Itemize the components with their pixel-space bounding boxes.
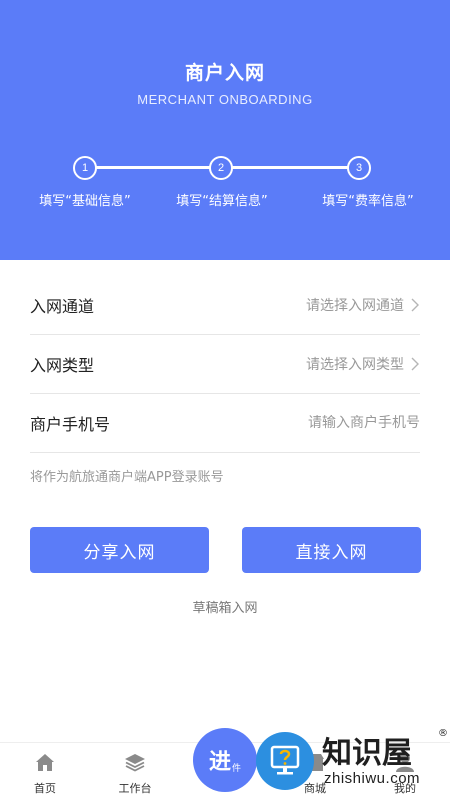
- type-select-row[interactable]: 入网类型 请选择入网类型: [30, 335, 420, 394]
- home-icon: [34, 751, 56, 773]
- draft-onboarding-link[interactable]: 草稿箱入网: [0, 597, 450, 616]
- onboarding-form: 入网通道 请选择入网通道 入网类型 请选择入网类型 商户手机号: [30, 276, 420, 453]
- page-title: 商户入网: [184, 62, 265, 84]
- phone-input[interactable]: [220, 415, 420, 431]
- step-1-label: 填写“基础信息”: [39, 194, 131, 209]
- header-banner: 商户入网 MERCHANT ONBOARDING 1 2 3 填写“基础信息” …: [0, 0, 450, 260]
- submit-fab-button[interactable]: 进件: [193, 728, 257, 792]
- watermark-domain: zhishiwu.com: [324, 770, 421, 787]
- step-labels: 填写“基础信息” 填写“结算信息” 填写“费率信息”: [0, 190, 450, 210]
- phone-row: 商户手机号: [30, 394, 420, 453]
- share-onboarding-button[interactable]: 分享入网: [30, 527, 209, 573]
- step-2-label: 填写“结算信息”: [176, 194, 268, 209]
- step-1-dot: 1: [73, 156, 97, 180]
- channel-placeholder: 请选择入网通道: [306, 298, 404, 314]
- type-placeholder: 请选择入网类型: [306, 357, 404, 373]
- progress-stepper: 1 2 3: [0, 156, 450, 180]
- step-2-dot: 2: [209, 156, 233, 180]
- chevron-right-icon: [410, 356, 420, 372]
- fab-sub-label: 件: [232, 763, 242, 774]
- tab-home-label: 首页: [34, 782, 56, 795]
- channel-label: 入网通道: [30, 297, 95, 316]
- tab-home[interactable]: 首页: [0, 743, 90, 800]
- channel-select-row[interactable]: 入网通道 请选择入网通道: [30, 276, 420, 335]
- registered-mark: ®: [438, 728, 448, 739]
- tab-workbench[interactable]: 工作台: [90, 743, 180, 800]
- channel-select[interactable]: 请选择入网通道: [306, 295, 420, 315]
- watermark-text: 知识屋: [322, 736, 412, 771]
- layers-icon: [124, 751, 146, 773]
- type-select[interactable]: 请选择入网类型: [306, 354, 420, 374]
- step-3-dot: 3: [347, 156, 371, 180]
- tab-workbench-label: 工作台: [118, 782, 152, 795]
- fab-main-label: 进: [208, 750, 231, 775]
- direct-onboarding-button[interactable]: 直接入网: [242, 527, 421, 573]
- phone-hint: 将作为航旅通商户端APP登录账号: [30, 470, 224, 485]
- question-monitor-icon: [256, 732, 314, 790]
- page-subtitle: MERCHANT ONBOARDING: [137, 92, 313, 107]
- type-label: 入网类型: [30, 356, 95, 375]
- chevron-right-icon: [410, 297, 420, 313]
- step-3-label: 填写“费率信息”: [322, 194, 414, 209]
- site-watermark: 知识屋 ® zhishiwu.com: [252, 722, 450, 800]
- phone-label: 商户手机号: [30, 415, 111, 434]
